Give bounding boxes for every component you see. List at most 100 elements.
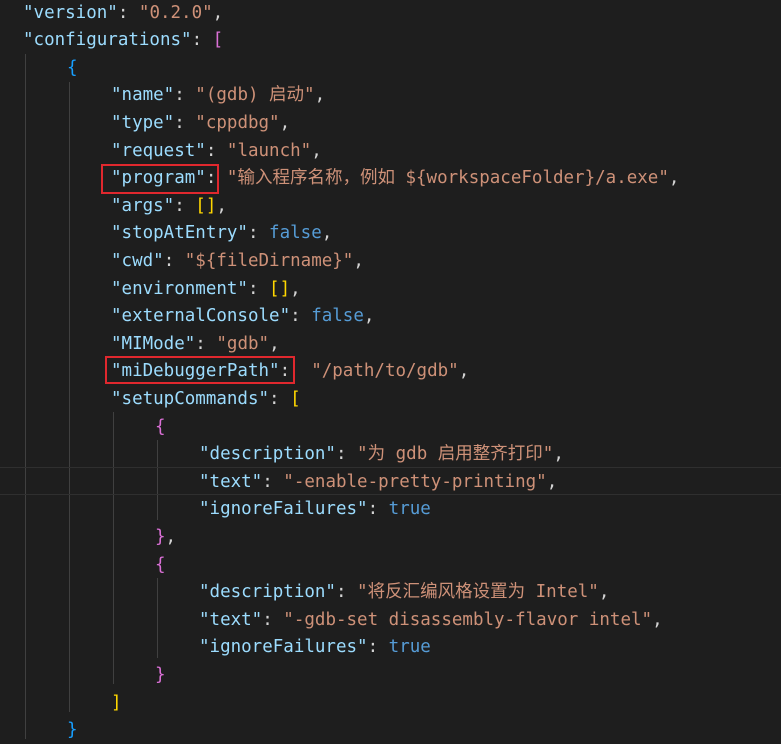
token-str: "为 gdb 启用整齐打印" — [357, 444, 554, 465]
code-line[interactable]: "externalConsole": false, — [111, 302, 374, 330]
token-punc: , — [546, 471, 558, 492]
token-str: "-enable-pretty-printing" — [283, 471, 547, 492]
code-line[interactable]: "text": "-gdb-set disassembly-flavor int… — [199, 606, 663, 634]
token-str: "/path/to/gdb" — [311, 361, 459, 382]
code-line[interactable]: "description": "将反汇编风格设置为 Intel", — [199, 578, 609, 606]
code-line[interactable]: "request": "launch", — [111, 137, 322, 165]
token-key: "request" — [111, 140, 206, 161]
code-editor[interactable]: "version": "0.2.0", "configurations": [{"… — [0, 0, 781, 740]
code-line[interactable]: }, — [155, 523, 176, 551]
code-line[interactable]: } — [155, 661, 166, 689]
token-str: "输入程序名称，例如 ${workspaceFolder}/a.exe" — [226, 168, 669, 189]
token-key: "stopAtEntry" — [111, 223, 248, 244]
token-punc: : — [191, 30, 213, 51]
token-punc: : — [335, 582, 358, 603]
code-line[interactable]: { — [155, 551, 166, 579]
code-line[interactable]: "stopAtEntry": false, — [111, 219, 332, 247]
token-key: "description" — [199, 444, 336, 465]
token-kw: true — [388, 637, 431, 658]
token-b1: { — [155, 416, 166, 437]
token-kw: false — [269, 223, 322, 244]
code-line[interactable]: "environment": [], — [111, 275, 301, 303]
token-punc: : — [262, 609, 284, 630]
token-punc: , — [279, 112, 291, 133]
token-b1: { — [155, 554, 166, 575]
token-b3: [ — [290, 388, 301, 409]
highlight-box — [101, 164, 219, 194]
token-str: "cppdbg" — [195, 112, 280, 133]
code-line[interactable]: { — [155, 413, 166, 441]
token-punc: : — [205, 140, 227, 161]
token-punc: , — [553, 444, 564, 465]
token-key: "ignoreFailures" — [199, 499, 368, 520]
token-punc: : — [367, 499, 389, 520]
indent-guide — [25, 54, 26, 739]
token-b1: } — [155, 664, 166, 685]
token-punc: : — [335, 444, 358, 465]
token-punc: , — [311, 140, 322, 161]
token-key: "environment" — [111, 278, 248, 299]
token-b1: [ — [212, 30, 224, 51]
token-str: "${fileDirname}" — [184, 250, 354, 271]
code-line[interactable]: "configurations": [ — [23, 26, 223, 54]
token-str: "0.2.0" — [138, 2, 213, 23]
code-line[interactable]: "setupCommands": [ — [111, 385, 301, 413]
code-line[interactable]: "args": [], — [111, 192, 227, 220]
token-b1: } — [155, 526, 166, 547]
token-key: "cwd" — [111, 250, 164, 271]
token-key: "type" — [111, 112, 175, 133]
token-key: "configurations" — [23, 30, 192, 51]
token-key: "args" — [111, 195, 175, 216]
indent-guide — [69, 82, 70, 712]
token-key: "version" — [23, 2, 118, 23]
code-line[interactable]: "ignoreFailures": true — [199, 495, 431, 523]
token-punc: , — [321, 223, 333, 244]
token-punc: : — [195, 333, 217, 354]
token-punc: : — [247, 223, 270, 244]
token-punc: : — [117, 2, 139, 23]
code-line[interactable]: "ignoreFailures": true — [199, 633, 431, 661]
token-b3: [] — [195, 195, 217, 216]
token-punc: , — [269, 333, 280, 354]
indent-guide — [157, 578, 158, 658]
token-key: "text" — [199, 471, 263, 492]
code-line[interactable]: "MIMode": "gdb", — [111, 330, 280, 358]
token-punc: , — [216, 195, 227, 216]
code-line[interactable]: "cwd": "${fileDirname}", — [111, 247, 364, 275]
token-str: "-gdb-set disassembly-flavor intel" — [283, 609, 653, 630]
token-punc: : — [269, 388, 291, 409]
token-punc: , — [598, 582, 610, 603]
token-punc: , — [668, 168, 680, 189]
token-punc: : — [247, 278, 270, 299]
code-line[interactable]: "version": "0.2.0", — [23, 0, 223, 27]
token-punc: : — [174, 195, 196, 216]
token-b3: [] — [269, 278, 291, 299]
token-str: "将反汇编风格设置为 Intel" — [357, 582, 599, 603]
token-b2: { — [67, 57, 78, 78]
token-punc: , — [652, 609, 663, 630]
code-line[interactable]: "name": "(gdb) 启动", — [111, 81, 325, 109]
token-key: "name" — [111, 85, 175, 106]
token-kw: false — [311, 306, 364, 327]
code-line[interactable]: { — [67, 54, 78, 82]
token-key: "text" — [199, 609, 263, 630]
token-str: "launch" — [226, 140, 312, 161]
token-punc: , — [290, 278, 301, 299]
token-key: "MIMode" — [111, 333, 196, 354]
token-punc: , — [165, 526, 177, 547]
highlight-box — [105, 356, 295, 384]
token-punc: : — [262, 471, 284, 492]
code-line[interactable]: } — [67, 716, 78, 744]
token-key: "description" — [199, 582, 336, 603]
token-b3: ] — [111, 692, 122, 713]
code-line[interactable]: ] — [111, 689, 122, 717]
token-punc: : — [290, 306, 312, 327]
token-str: "gdb" — [216, 333, 270, 354]
code-line[interactable]: "type": "cppdbg", — [111, 109, 290, 137]
token-key: "ignoreFailures" — [199, 637, 368, 658]
code-line[interactable]: "description": "为 gdb 启用整齐打印", — [199, 440, 564, 468]
token-punc: : — [163, 250, 185, 271]
token-punc: : — [174, 112, 196, 133]
token-punc: : — [367, 637, 389, 658]
code-line[interactable]: "text": "-enable-pretty-printing", — [199, 468, 557, 496]
